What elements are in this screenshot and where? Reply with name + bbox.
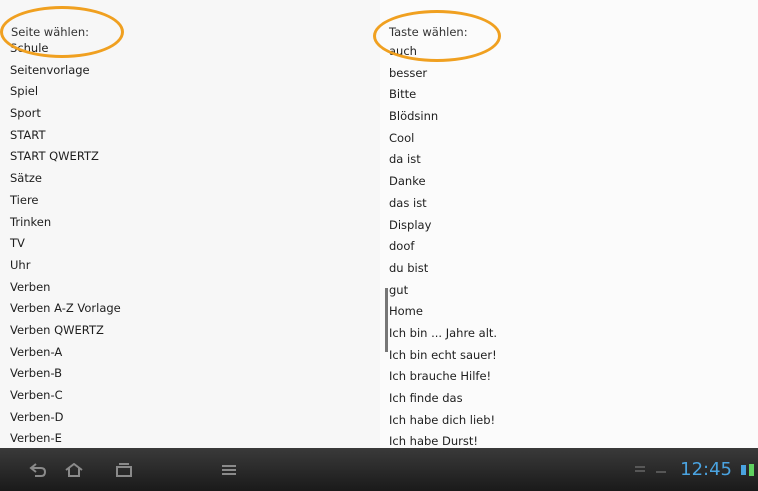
clock[interactable]: 12:45 (680, 448, 732, 491)
list-item[interactable]: Verben-D (10, 407, 121, 429)
notification-tray[interactable] (634, 448, 666, 491)
menu-icon[interactable] (208, 448, 250, 491)
list-item[interactable]: START QWERTZ (10, 146, 121, 168)
list-item[interactable]: das ist (389, 193, 497, 215)
list-item[interactable]: gut (389, 280, 497, 302)
list-item[interactable]: TV (10, 233, 121, 255)
page-list: Schule Seitenvorlage Spiel Sport START S… (10, 38, 121, 448)
list-item[interactable]: Danke (389, 171, 497, 193)
recent-apps-icon[interactable] (103, 448, 145, 491)
list-item[interactable]: Sport (10, 103, 121, 125)
list-item[interactable]: Ich bin echt sauer! (389, 345, 497, 367)
list-item[interactable]: Trinken (10, 212, 121, 234)
list-item[interactable]: Sätze (10, 168, 121, 190)
list-item[interactable]: Blödsinn (389, 106, 497, 128)
list-item[interactable]: Home (389, 301, 497, 323)
list-item[interactable]: Verben-E (10, 428, 121, 448)
list-item[interactable]: Verben-A (10, 342, 121, 364)
list-item[interactable]: doof (389, 236, 497, 258)
list-item[interactable]: Tiere (10, 190, 121, 212)
home-icon[interactable] (53, 448, 95, 491)
key-select-header: Taste wählen: (389, 25, 468, 39)
list-item[interactable]: START (10, 125, 121, 147)
list-item[interactable]: da ist (389, 149, 497, 171)
list-item[interactable]: Seitenvorlage (10, 60, 121, 82)
list-item[interactable]: Ich finde das (389, 388, 497, 410)
list-item[interactable]: Uhr (10, 255, 121, 277)
list-item[interactable]: auch (389, 41, 497, 63)
list-item[interactable]: Ich habe Durst! (389, 431, 497, 448)
battery-icon (749, 463, 754, 476)
status-icons[interactable] (741, 448, 754, 491)
list-item[interactable]: Verben A-Z Vorlage (10, 298, 121, 320)
list-item[interactable]: Spiel (10, 81, 121, 103)
list-item[interactable]: besser (389, 63, 497, 85)
list-item[interactable]: Ich habe dich lieb! (389, 410, 497, 432)
page-select-header: Seite wählen: (11, 25, 89, 39)
list-item[interactable]: Verben (10, 277, 121, 299)
list-item[interactable]: Display (389, 215, 497, 237)
key-select-panel: Taste wählen: auch besser Bitte Blödsinn… (380, 0, 758, 448)
list-item[interactable]: Bitte (389, 84, 497, 106)
list-item[interactable]: Cool (389, 128, 497, 150)
signal-icon (741, 464, 746, 475)
page-select-panel: Seite wählen: Schule Seitenvorlage Spiel… (0, 0, 380, 448)
list-item[interactable]: Verben-C (10, 385, 121, 407)
key-list: auch besser Bitte Blödsinn Cool da ist D… (389, 41, 497, 448)
system-navigation-bar: 12:45 (0, 448, 758, 491)
notification-icon (656, 463, 666, 477)
scroll-indicator[interactable] (385, 288, 388, 352)
list-item[interactable]: Verben QWERTZ (10, 320, 121, 342)
usb-icon (634, 463, 646, 477)
list-item[interactable]: du bist (389, 258, 497, 280)
list-item[interactable]: Ich bin ... Jahre alt. (389, 323, 497, 345)
list-item[interactable]: Verben-B (10, 363, 121, 385)
list-item[interactable]: Ich brauche Hilfe! (389, 366, 497, 388)
list-item[interactable]: Schule (10, 38, 121, 60)
